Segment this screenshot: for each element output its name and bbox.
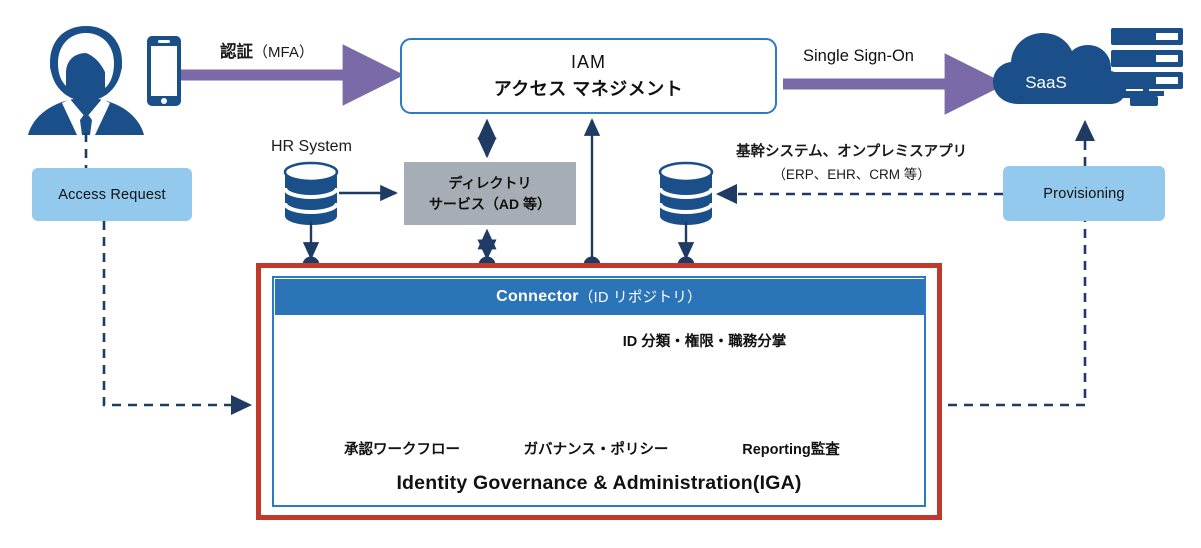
report-icon-slot [706, 368, 876, 430]
diagram-canvas: SaaS IAM アクセス マネジメント ディレクトリ サービス（AD 等） A… [0, 0, 1201, 548]
person-with-smartphone-icon [28, 26, 181, 135]
connector-subtitle: （ID リポジトリ） [578, 290, 702, 306]
server-rack-icon [1100, 28, 1183, 106]
directory-line1: ディレクトリ [448, 175, 532, 191]
siren-icon-slot [511, 368, 681, 430]
hr-database-icon [283, 161, 339, 225]
feature-reporting: Reporting監査 [706, 368, 876, 459]
access-request-box: Access Request [32, 168, 192, 221]
core-systems-sub: （ERP、EHR、CRM 等） [772, 166, 931, 182]
feature-reporting-label: Reporting監査 [742, 442, 840, 458]
iam-subtitle: アクセス マネジメント [493, 78, 684, 99]
auth-label-paren: （MFA） [253, 44, 314, 61]
iam-title: IAM [570, 51, 606, 72]
iga-footer-title: Identity Governance & Administration(IGA… [396, 472, 802, 494]
auth-label-text: 認証 [220, 43, 253, 61]
feature-workflow: 承認ワークフロー [317, 368, 487, 459]
core-systems-label: 基幹システム、オンプレミスアプリ （ERP、EHR、CRM 等） [736, 143, 967, 184]
auth-flow-label: 認証（MFA） [220, 41, 314, 63]
access-request-label: Access Request [58, 186, 166, 203]
provisioning-label: Provisioning [1043, 185, 1125, 202]
onprem-database-icon [658, 161, 714, 225]
svg-text:SaaS: SaaS [1025, 73, 1067, 92]
feature-governance: ガバナンス・ポリシー [511, 368, 681, 459]
sso-flow-label: Single Sign-On [803, 47, 914, 65]
dash-access-request-to-iga [102, 221, 253, 416]
provisioning-box: Provisioning [1003, 166, 1165, 221]
iam-box: IAM アクセス マネジメント [400, 38, 777, 114]
directory-service-box: ディレクトリ サービス（AD 等） [404, 162, 576, 225]
id-classification-label: ID 分類・権限・職務分掌 [622, 334, 787, 350]
dash-iga-to-provisioning [948, 221, 1087, 407]
directory-line2: サービス（AD 等） [428, 196, 552, 212]
hr-system-label: HR System [271, 138, 352, 155]
core-systems-main: 基幹システム、オンプレミスアプリ [736, 144, 968, 160]
feature-workflow-label: 承認ワークフロー [344, 442, 460, 458]
connector-title: Connector [496, 287, 579, 305]
workflow-icon-slot [317, 368, 487, 430]
feature-governance-label: ガバナンス・ポリシー [523, 442, 669, 458]
connector-header-bar: Connector （ID リポジトリ） [274, 278, 924, 315]
